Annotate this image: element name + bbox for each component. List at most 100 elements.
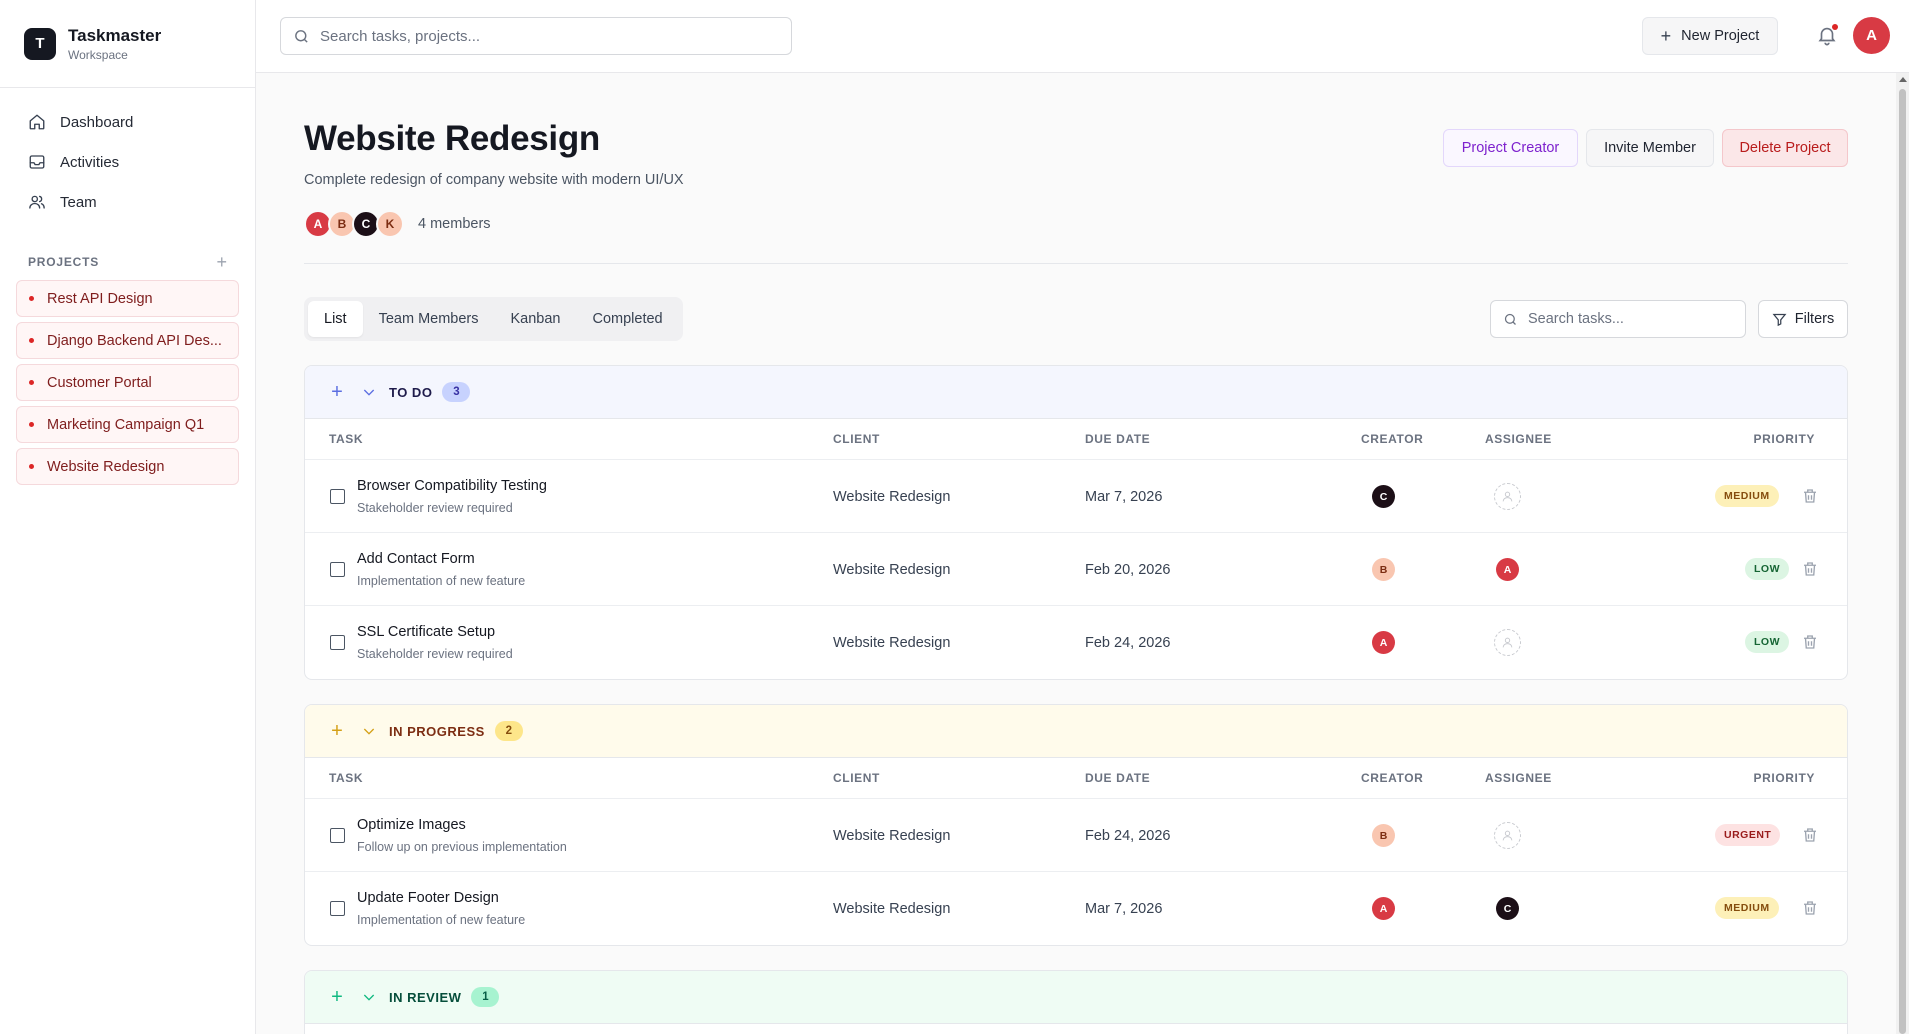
notifications-button[interactable] <box>1816 24 1838 48</box>
table-row[interactable]: Optimize Images Follow up on previous im… <box>305 799 1847 872</box>
task-subtitle: Implementation of new feature <box>357 574 526 588</box>
scrollbar[interactable] <box>1896 73 1909 1034</box>
assignee-avatar[interactable]: A <box>1496 558 1519 581</box>
group-in-review: + IN REVIEW 1 <box>304 970 1848 1034</box>
nav-item-dashboard[interactable]: Dashboard <box>16 102 239 142</box>
col-client: CLIENT <box>833 771 880 785</box>
global-search-input[interactable] <box>320 27 770 45</box>
task-name[interactable]: Optimize Images <box>357 817 466 833</box>
delete-project-button[interactable]: Delete Project <box>1722 129 1848 167</box>
unassigned-avatar[interactable] <box>1494 822 1521 849</box>
task-due-date: Feb 20, 2026 <box>1085 562 1171 578</box>
creator-avatar: A <box>1372 897 1395 920</box>
brand-name: Taskmaster <box>68 25 162 45</box>
project-item-rest-api-design[interactable]: Rest API Design <box>16 280 239 317</box>
table-row[interactable]: SSL Certificate Setup Stakeholder review… <box>305 606 1847 679</box>
nav-item-activities[interactable]: Activities <box>16 142 239 182</box>
chevron-down-icon[interactable] <box>361 723 377 739</box>
project-item-django-backend[interactable]: Django Backend API Des... <box>16 322 239 359</box>
col-priority: PRIORITY <box>1753 771 1815 785</box>
task-checkbox[interactable] <box>330 562 345 577</box>
project-label: Django Backend API Des... <box>47 332 222 349</box>
group-count-badge: 2 <box>494 721 523 741</box>
project-item-customer-portal[interactable]: Customer Portal <box>16 364 239 401</box>
col-due-date: DUE DATE <box>1085 432 1151 446</box>
task-client: Website Redesign <box>833 635 951 651</box>
filter-icon <box>1772 313 1787 326</box>
user-placeholder-icon <box>1502 830 1513 841</box>
task-checkbox[interactable] <box>330 828 345 843</box>
table-header: TASK CLIENT DUE DATE CREATOR ASSIGNEE PR… <box>305 419 1847 460</box>
add-task-button[interactable]: + <box>329 381 345 404</box>
trash-icon[interactable] <box>1801 633 1819 651</box>
sidebar: T Taskmaster Workspace Dashboard Activit… <box>0 0 256 1034</box>
project-dot-icon <box>29 338 34 343</box>
trash-icon[interactable] <box>1801 560 1819 578</box>
project-label: Marketing Campaign Q1 <box>47 416 205 433</box>
task-name[interactable]: SSL Certificate Setup <box>357 624 495 640</box>
chevron-down-icon[interactable] <box>361 989 377 1005</box>
unassigned-avatar[interactable] <box>1494 483 1521 510</box>
table-row[interactable]: Browser Compatibility Testing Stakeholde… <box>305 460 1847 533</box>
col-assignee: ASSIGNEE <box>1485 771 1552 785</box>
scroll-thumb[interactable] <box>1899 89 1906 1034</box>
add-task-button[interactable]: + <box>329 986 345 1009</box>
project-creator-button[interactable]: Project Creator <box>1443 129 1578 167</box>
trash-icon[interactable] <box>1801 899 1819 917</box>
user-avatar[interactable]: A <box>1853 17 1890 54</box>
brand-logo: T <box>24 27 56 60</box>
priority-badge: LOW <box>1745 558 1789 580</box>
project-dot-icon <box>29 422 34 427</box>
chevron-down-icon[interactable] <box>361 384 377 400</box>
task-search-input[interactable] <box>1528 311 1728 327</box>
task-client: Website Redesign <box>833 562 951 578</box>
group-todo: + TO DO 3 TASK CLIENT DUE DATE CREATOR A… <box>304 365 1848 680</box>
project-label: Website Redesign <box>47 458 165 475</box>
filters-button[interactable]: Filters <box>1758 300 1848 338</box>
trash-icon[interactable] <box>1801 826 1819 844</box>
nav-item-team[interactable]: Team <box>16 182 239 222</box>
task-name[interactable]: Update Footer Design <box>357 890 499 906</box>
assignee-avatar[interactable]: C <box>1496 897 1519 920</box>
col-task: TASK <box>329 771 364 785</box>
table-row[interactable]: Add Contact Form Implementation of new f… <box>305 533 1847 606</box>
group-title: TO DO <box>389 384 433 400</box>
add-project-button[interactable]: + <box>216 253 227 271</box>
invite-member-button[interactable]: Invite Member <box>1586 129 1714 167</box>
topbar: + New Project A <box>256 0 1909 73</box>
project-item-marketing-campaign[interactable]: Marketing Campaign Q1 <box>16 406 239 443</box>
add-task-button[interactable]: + <box>329 720 345 743</box>
nav-item-label: Dashboard <box>60 113 134 131</box>
trash-icon[interactable] <box>1801 487 1819 505</box>
task-name[interactable]: Add Contact Form <box>357 551 475 567</box>
table-row[interactable]: Update Footer Design Implementation of n… <box>305 872 1847 945</box>
page-title: Website Redesign <box>304 119 601 158</box>
nav-item-label: Team <box>60 193 97 211</box>
tab-list[interactable]: List <box>308 301 363 337</box>
task-due-date: Feb 24, 2026 <box>1085 828 1171 844</box>
project-item-website-redesign[interactable]: Website Redesign <box>16 448 239 485</box>
tab-kanban[interactable]: Kanban <box>495 301 577 337</box>
tab-completed[interactable]: Completed <box>577 301 679 337</box>
home-icon <box>29 114 45 130</box>
new-project-button[interactable]: + New Project <box>1642 17 1778 55</box>
user-placeholder-icon <box>1502 491 1513 502</box>
task-due-date: Feb 24, 2026 <box>1085 635 1171 651</box>
task-subtitle: Stakeholder review required <box>357 501 513 515</box>
brand-subtitle: Workspace <box>68 47 128 62</box>
task-checkbox[interactable] <box>330 635 345 650</box>
task-name[interactable]: Browser Compatibility Testing <box>357 478 547 494</box>
project-dot-icon <box>29 296 34 301</box>
task-checkbox[interactable] <box>330 489 345 504</box>
global-search <box>280 17 792 55</box>
task-checkbox[interactable] <box>330 901 345 916</box>
member-stack[interactable]: A B C K 4 members <box>304 210 491 238</box>
scroll-up-icon[interactable] <box>1899 77 1907 82</box>
creator-avatar: B <box>1372 558 1395 581</box>
col-client: CLIENT <box>833 432 880 446</box>
project-label: Rest API Design <box>47 290 153 307</box>
tab-team-members[interactable]: Team Members <box>363 301 495 337</box>
filters-label: Filters <box>1794 311 1835 327</box>
unassigned-avatar[interactable] <box>1494 629 1521 656</box>
creator-avatar: A <box>1372 631 1395 654</box>
